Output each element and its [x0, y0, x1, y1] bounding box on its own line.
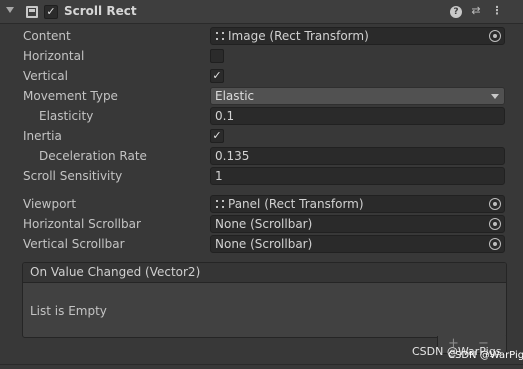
content-value: Image (Rect Transform)	[228, 29, 369, 43]
vertical-label: Vertical	[23, 69, 68, 83]
inertia-label: Inertia	[23, 129, 62, 143]
viewport-object-field[interactable]: Panel (Rect Transform)	[210, 195, 505, 213]
vertical-checkbox[interactable]: ✓	[210, 69, 224, 83]
on-value-changed-event: On Value Changed (Vector2) List is Empty	[22, 262, 507, 338]
vertical-scrollbar-label: Vertical Scrollbar	[23, 237, 125, 251]
property-elasticity: Elasticity 0.1	[0, 106, 523, 126]
property-deceleration-rate: Deceleration Rate 0.135	[0, 146, 523, 166]
property-inertia: Inertia ✓	[0, 126, 523, 146]
object-picker-icon[interactable]	[489, 30, 501, 42]
rect-transform-icon	[216, 32, 224, 40]
event-title: On Value Changed (Vector2)	[23, 263, 506, 283]
movement-type-dropdown[interactable]: Elastic	[210, 87, 505, 105]
rect-transform-icon	[216, 200, 224, 208]
event-empty-text: List is Empty	[30, 304, 107, 318]
property-horizontal: Horizontal	[0, 46, 523, 66]
context-menu-icon[interactable]: ⋮	[490, 4, 504, 18]
movement-type-label: Movement Type	[23, 89, 118, 103]
property-viewport: Viewport Panel (Rect Transform)	[0, 194, 523, 214]
horizontal-scrollbar-label: Horizontal Scrollbar	[23, 217, 141, 231]
property-horizontal-scrollbar: Horizontal Scrollbar None (Scrollbar)	[0, 214, 523, 234]
help-icon[interactable]: ?	[450, 6, 462, 18]
content-object-field[interactable]: Image (Rect Transform)	[210, 27, 505, 45]
component-title: Scroll Rect	[64, 4, 137, 18]
elasticity-input[interactable]: 0.1	[210, 107, 505, 125]
component-enabled-checkbox[interactable]: ✓	[44, 5, 58, 19]
content-label: Content	[23, 29, 71, 43]
divider	[0, 364, 523, 365]
scroll-rect-component-icon	[26, 6, 38, 18]
horizontal-checkbox[interactable]	[210, 49, 224, 63]
object-picker-icon[interactable]	[489, 218, 501, 230]
horizontal-scrollbar-value: None (Scrollbar)	[215, 217, 313, 231]
presets-icon[interactable]: ⇄	[469, 4, 483, 18]
property-vertical: Vertical ✓	[0, 66, 523, 86]
horizontal-scrollbar-object-field[interactable]: None (Scrollbar)	[210, 215, 505, 233]
deceleration-rate-label[interactable]: Deceleration Rate	[39, 149, 147, 163]
foldout-arrow-icon[interactable]	[6, 7, 14, 13]
watermark: CSDN @WarPigs	[448, 350, 523, 361]
inertia-checkbox[interactable]: ✓	[210, 129, 224, 143]
object-picker-icon[interactable]	[489, 238, 501, 250]
vertical-scrollbar-value: None (Scrollbar)	[215, 237, 313, 251]
property-movement-type: Movement Type Elastic	[0, 86, 523, 106]
vertical-scrollbar-object-field[interactable]: None (Scrollbar)	[210, 235, 505, 253]
horizontal-label: Horizontal	[23, 49, 85, 63]
viewport-value: Panel (Rect Transform)	[228, 197, 364, 211]
deceleration-rate-input[interactable]: 0.135	[210, 147, 505, 165]
scroll-sensitivity-label[interactable]: Scroll Sensitivity	[23, 169, 122, 183]
movement-type-value: Elastic	[215, 89, 255, 103]
property-scroll-sensitivity: Scroll Sensitivity 1	[0, 166, 523, 186]
elasticity-label[interactable]: Elasticity	[39, 109, 93, 123]
dropdown-arrow-icon	[491, 94, 499, 99]
viewport-label: Viewport	[23, 197, 77, 211]
property-vertical-scrollbar: Vertical Scrollbar None (Scrollbar)	[0, 234, 523, 254]
component-header: ✓ Scroll Rect ? ⇄ ⋮	[0, 0, 523, 24]
scroll-sensitivity-input[interactable]: 1	[210, 167, 505, 185]
property-content: Content Image (Rect Transform)	[0, 26, 523, 46]
object-picker-icon[interactable]	[489, 198, 501, 210]
